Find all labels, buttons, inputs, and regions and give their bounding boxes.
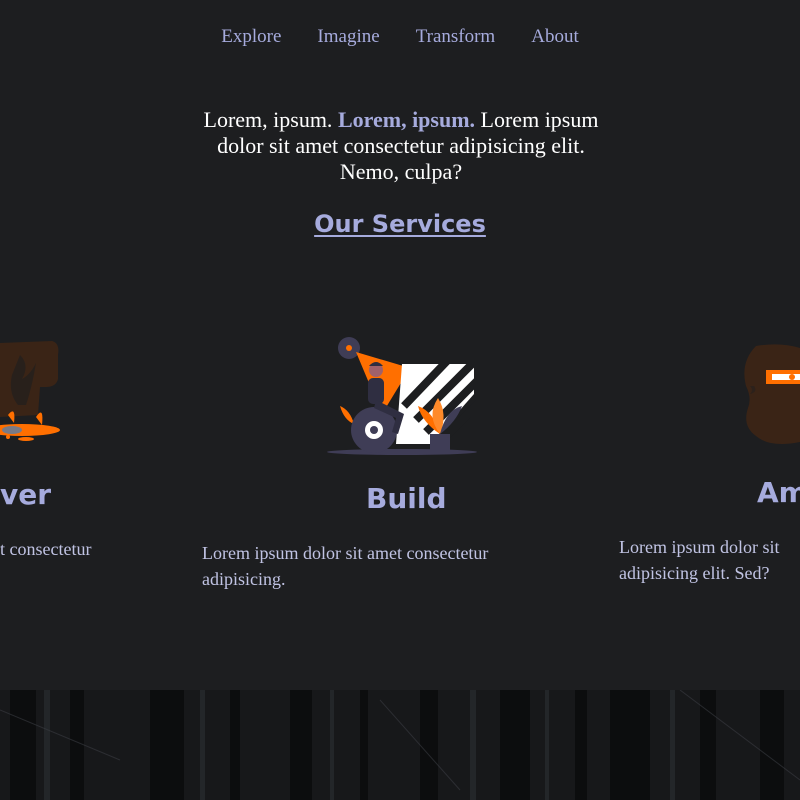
card-text-amaze: Lorem ipsum dolor sit adipisicing elit. … bbox=[619, 537, 780, 583]
forest-trees-icon bbox=[0, 690, 800, 800]
nav-imagine[interactable]: Imagine bbox=[317, 26, 379, 48]
card-text-discover: t consectetur bbox=[0, 539, 92, 559]
amaze-illustration-icon bbox=[744, 344, 800, 444]
build-illustration-icon bbox=[327, 337, 478, 455]
services-title: Our Services bbox=[0, 210, 800, 238]
card-text-build: Lorem ipsum dolor sit amet consectetur a… bbox=[202, 543, 489, 589]
card-title-build: Build bbox=[366, 482, 447, 515]
nav-explore[interactable]: Explore bbox=[221, 26, 281, 48]
hero-text: Lorem, ipsum. Lorem, ipsum. Lorem ipsum … bbox=[200, 107, 602, 185]
discover-illustration-icon bbox=[0, 341, 60, 441]
card-title-amaze: Am bbox=[757, 476, 800, 509]
card-title-discover: ver bbox=[0, 478, 52, 511]
forest-background-image bbox=[0, 690, 800, 800]
hero-text-emphasis: Lorem, ipsum. bbox=[337, 107, 476, 132]
nav-about[interactable]: About bbox=[531, 26, 579, 48]
top-nav: Explore Imagine Transform About bbox=[0, 26, 800, 48]
hero-text-a: Lorem, ipsum. bbox=[203, 107, 333, 132]
nav-transform[interactable]: Transform bbox=[416, 26, 496, 48]
services-title-link[interactable]: Our Services bbox=[314, 210, 486, 238]
